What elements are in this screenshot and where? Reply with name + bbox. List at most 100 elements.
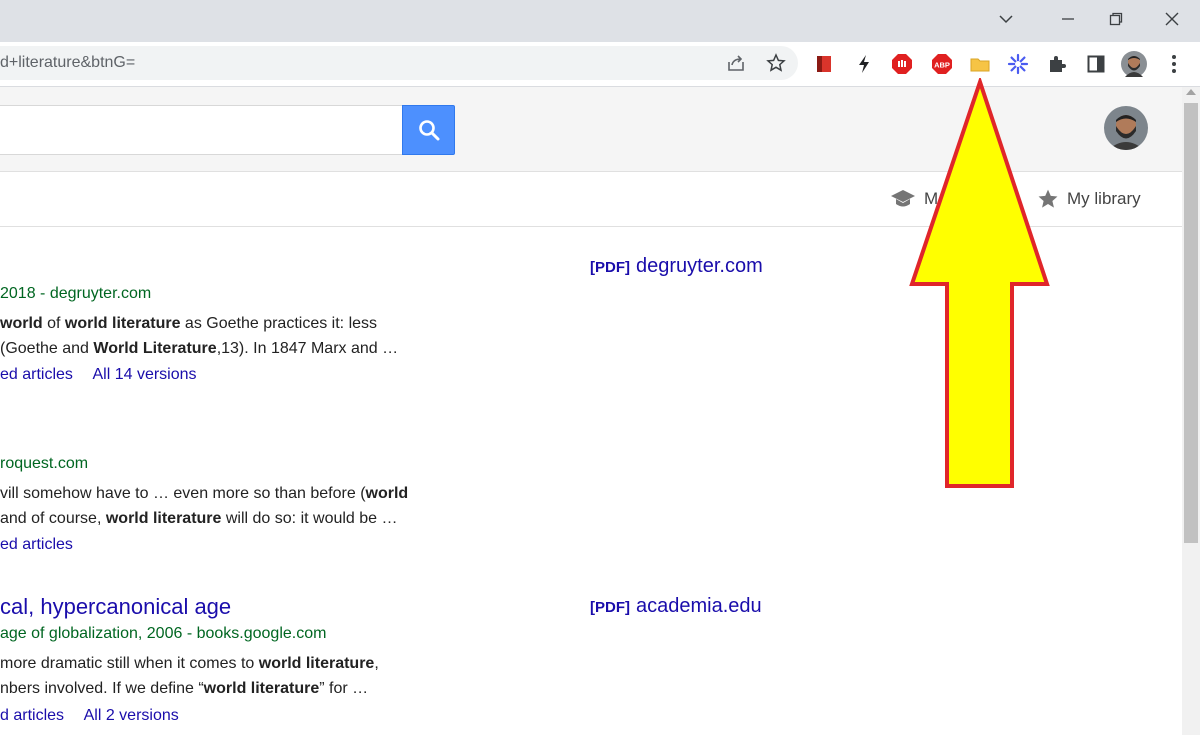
snippet-text: of: [42, 315, 65, 332]
extension-bolt[interactable]: [850, 50, 878, 78]
result-item: 2018 - degruyter.com: [0, 285, 151, 303]
search-input[interactable]: [0, 105, 402, 155]
snippet-text: ,13). In 1847 Marx and …: [216, 340, 399, 357]
minimize-button[interactable]: [1050, 5, 1086, 33]
profile-avatar: [1121, 51, 1147, 77]
snippet-line: more dramatic still when it comes to wor…: [0, 651, 379, 676]
snippet-line: world of world literature as Goethe prac…: [0, 311, 398, 336]
snippet-text: will do so: it would be …: [221, 510, 398, 527]
extensions-button[interactable]: [1043, 50, 1071, 78]
chrome-menu-button[interactable]: [1160, 50, 1188, 78]
title-bar: [0, 0, 1200, 42]
snippet-keyword: world literature: [203, 680, 320, 697]
result-meta-row: age of globalization, 2006 - books.googl…: [0, 625, 326, 643]
pdf-tag: [PDF]: [590, 599, 630, 616]
snippet-line: and of course, world literature will do …: [0, 506, 408, 531]
minimize-icon: [1062, 18, 1074, 20]
snippet-line: (Goethe and World Literature,13). In 184…: [0, 336, 398, 361]
snippet-text: ” for …: [319, 680, 369, 697]
extension-folder[interactable]: [966, 50, 994, 78]
scroll-thumb[interactable]: [1184, 103, 1198, 543]
snippet-text: ,: [374, 655, 379, 672]
profile-button[interactable]: [1120, 50, 1148, 78]
related-articles-link[interactable]: d articles: [0, 707, 64, 724]
pdf-side-link[interactable]: [PDF] degruyter.com: [590, 255, 763, 278]
result-snippet: vill somehow have to … even more so than…: [0, 481, 408, 531]
snippet-keyword: world: [365, 485, 409, 502]
bookmark-star-button[interactable]: [762, 49, 790, 77]
account-avatar[interactable]: [1104, 106, 1148, 150]
side-panel-button[interactable]: [1082, 50, 1110, 78]
result-title-link[interactable]: cal, hypercanonical age: [0, 594, 231, 620]
extension-abp[interactable]: ABP: [928, 50, 956, 78]
snippet-keyword: world: [0, 315, 43, 332]
mortarboard-icon: [891, 190, 915, 207]
snippet-text: as Goethe practices it: less: [180, 315, 378, 332]
related-articles-link[interactable]: ed articles: [0, 366, 73, 383]
pdf-tag: [PDF]: [590, 259, 630, 276]
menu-dots-icon: [1172, 55, 1176, 73]
snippet-text: vill somehow have to … even more so than…: [0, 485, 366, 502]
pdf-domain: academia.edu: [636, 595, 762, 617]
nav-my-library-label: My library: [1067, 189, 1141, 208]
snippet-text: nbers involved. If we define “: [0, 680, 204, 697]
folder-ext-icon: [970, 58, 990, 72]
bolt-ext-icon: [859, 55, 869, 73]
close-window-button[interactable]: [1154, 5, 1190, 33]
snippet-text: (Goethe and: [0, 340, 94, 357]
all-versions-link[interactable]: All 14 versions: [92, 366, 196, 383]
result-meta: age of globalization, 2006 -: [0, 625, 197, 642]
snippet-keyword: world literature: [258, 655, 375, 672]
scroll-up-arrow[interactable]: [1186, 89, 1196, 95]
avatar-icon: [1104, 106, 1148, 150]
result-links: ed articles: [0, 536, 89, 554]
pdf-domain: degruyter.com: [636, 255, 763, 277]
snippet-keyword: world literature: [64, 315, 181, 332]
nav-metrics[interactable]: M: [890, 188, 938, 210]
restore-button[interactable]: [1098, 5, 1134, 33]
result-item: cal, hypercanonical age: [0, 594, 231, 620]
result-links: ed articles All 14 versions: [0, 366, 213, 384]
result-snippet: world of world literature as Goethe prac…: [0, 311, 398, 361]
snippet-keyword: world literature: [105, 510, 222, 527]
close-icon: [1165, 12, 1179, 26]
extension-stop[interactable]: [888, 50, 916, 78]
search-button[interactable]: [402, 105, 455, 155]
page-scrollbar[interactable]: [1182, 87, 1200, 735]
sidepanel-icon: [1087, 55, 1105, 73]
spark-ext-icon: [1007, 53, 1029, 75]
result-item: roquest.com: [0, 455, 88, 473]
share-icon: [728, 55, 744, 71]
snippet-line: vill somehow have to … even more so than…: [0, 481, 408, 506]
snippet-text: more dramatic still when it comes to: [0, 655, 259, 672]
share-button[interactable]: [722, 49, 750, 77]
nav-metrics-label: M: [924, 189, 939, 208]
url-text[interactable]: d+literature&btnG=: [0, 46, 135, 80]
all-versions-link[interactable]: All 2 versions: [84, 707, 179, 724]
scholar-header: [0, 87, 1182, 171]
scholar-subnav: M My library: [0, 171, 1182, 227]
restore-icon: [1109, 12, 1123, 26]
result-meta-domain: books.google.com: [196, 625, 327, 642]
result-meta: 2018 - degruyter.com: [0, 285, 152, 302]
snippet-keyword: World Literature: [93, 340, 217, 357]
result-snippet: more dramatic still when it comes to wor…: [0, 651, 379, 701]
snippet-text: and of course,: [0, 510, 106, 527]
stop-ext-icon: [892, 54, 912, 74]
search-icon: [418, 120, 439, 141]
chevron-down-icon: [999, 15, 1013, 24]
star-icon: [766, 53, 786, 72]
scholar-page: M My library 2018 - degruyter.com world …: [0, 87, 1182, 735]
extension-bookmark[interactable]: [810, 50, 838, 78]
abp-ext-icon: ABP: [932, 54, 952, 74]
address-bar[interactable]: d+literature&btnG=: [0, 46, 798, 80]
puzzle-icon: [1050, 56, 1066, 72]
bookmark-ext-icon: [817, 56, 831, 72]
tab-search-button[interactable]: [988, 5, 1024, 33]
result-links: d articles All 2 versions: [0, 707, 195, 725]
pdf-side-link[interactable]: [PDF] academia.edu: [590, 595, 762, 618]
library-star-icon: [1038, 189, 1058, 208]
nav-my-library[interactable]: My library: [1037, 188, 1141, 210]
extension-spark[interactable]: [1004, 50, 1032, 78]
related-articles-link[interactable]: ed articles: [0, 536, 73, 553]
